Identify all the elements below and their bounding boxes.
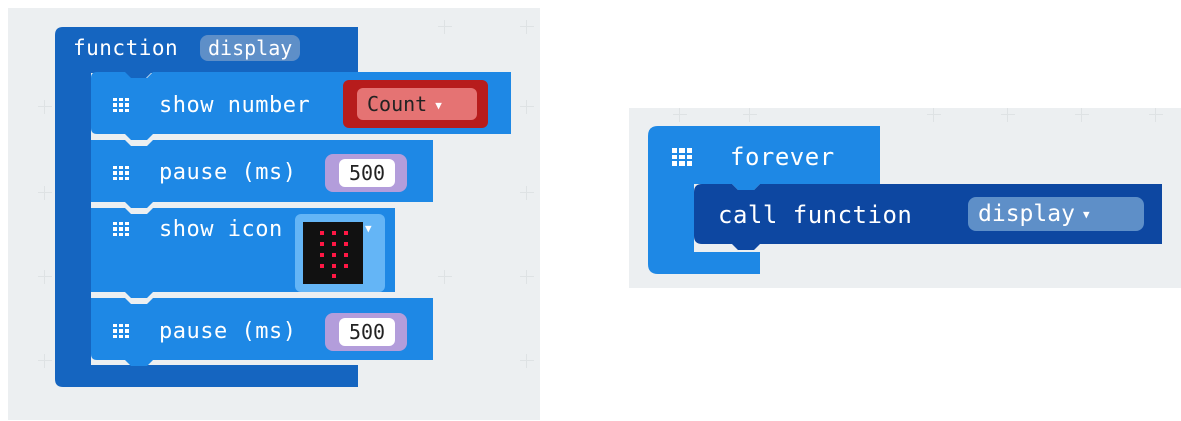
grid-plus bbox=[38, 100, 52, 114]
basic-grid-icon bbox=[672, 148, 692, 166]
icon-picker[interactable]: ▼ bbox=[295, 214, 385, 292]
function-name-field[interactable]: display bbox=[200, 35, 301, 61]
led-grid-icon bbox=[303, 222, 363, 284]
basic-grid-icon bbox=[113, 98, 129, 112]
show-number-block[interactable]: show number Count ▼ bbox=[91, 72, 511, 140]
show-number-label: show number bbox=[159, 93, 311, 118]
pause-label-2: pause (ms) bbox=[159, 319, 297, 344]
basic-grid-icon bbox=[113, 324, 129, 338]
call-function-dropdown[interactable]: display ▼ bbox=[968, 197, 1144, 231]
chevron-down-icon: ▼ bbox=[435, 98, 442, 112]
pause-block-2[interactable]: pause (ms) 500 bbox=[91, 298, 433, 366]
grid-plus bbox=[520, 100, 534, 114]
forever-label: forever bbox=[730, 143, 835, 171]
grid-plus bbox=[1075, 108, 1089, 122]
count-variable-label: Count bbox=[367, 92, 428, 116]
function-keyword: function bbox=[73, 36, 179, 60]
chevron-down-icon: ▼ bbox=[1082, 207, 1090, 221]
grid-plus bbox=[1149, 108, 1163, 122]
pause-value-field-2[interactable]: 500 bbox=[339, 318, 395, 346]
show-icon-label: show icon bbox=[159, 217, 283, 242]
grid-plus bbox=[743, 108, 757, 122]
grid-plus bbox=[438, 20, 452, 34]
count-variable-dropdown[interactable]: Count ▼ bbox=[357, 88, 477, 120]
grid-plus bbox=[1001, 108, 1015, 122]
basic-grid-icon bbox=[113, 166, 129, 180]
pause-value-block-1: 500 bbox=[325, 154, 407, 192]
pause-value-field-1[interactable]: 500 bbox=[339, 159, 395, 187]
grid-plus bbox=[38, 354, 52, 368]
grid-plus bbox=[520, 20, 534, 34]
grid-plus bbox=[520, 270, 534, 284]
call-function-label: call function bbox=[718, 201, 913, 229]
chevron-down-icon: ▼ bbox=[365, 222, 372, 235]
grid-plus bbox=[38, 270, 52, 284]
pause-label-1: pause (ms) bbox=[159, 160, 297, 185]
call-function-block[interactable]: call function display ▼ bbox=[694, 184, 1162, 252]
show-icon-block[interactable]: show icon ▼ bbox=[91, 208, 395, 298]
grid-plus bbox=[673, 108, 687, 122]
grid-plus bbox=[520, 186, 534, 200]
basic-grid-icon bbox=[113, 222, 129, 236]
grid-plus bbox=[927, 108, 941, 122]
grid-plus bbox=[520, 354, 534, 368]
grid-plus bbox=[38, 186, 52, 200]
grid-plus bbox=[438, 270, 452, 284]
call-function-target: display bbox=[978, 201, 1075, 227]
pause-block-1[interactable]: pause (ms) 500 bbox=[91, 140, 433, 208]
count-variable-block[interactable]: Count ▼ bbox=[343, 80, 488, 128]
pause-value-block-2: 500 bbox=[325, 313, 407, 351]
